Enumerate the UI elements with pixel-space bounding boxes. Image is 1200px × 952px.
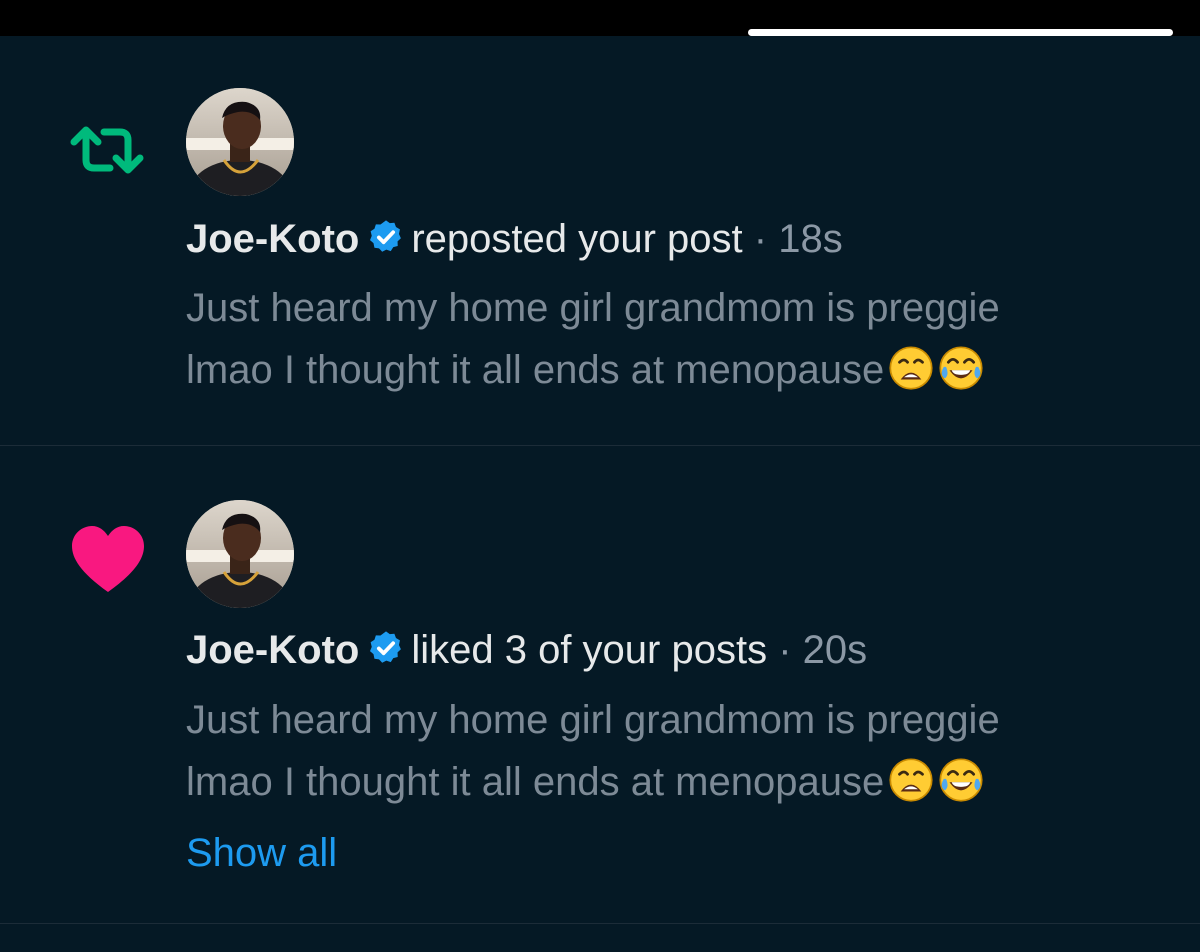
separator-dot: · bbox=[753, 217, 768, 261]
heart-icon bbox=[72, 526, 144, 592]
weary-face-emoji bbox=[889, 758, 933, 802]
notification-item[interactable]: Joe-Koto reposted your post · 18s Just he… bbox=[0, 36, 1200, 446]
post-preview[interactable]: Just heard my home girl grandmom is preg… bbox=[186, 689, 1176, 813]
notification-item[interactable]: Joe-Koto liked 3 of your posts · 20s Just… bbox=[0, 446, 1200, 924]
notification-action: liked 3 of your posts bbox=[411, 628, 768, 672]
post-line: Just heard my home girl grandmom is preg… bbox=[186, 286, 1000, 330]
separator-dot: · bbox=[778, 628, 792, 672]
post-line: lmao I thought it all ends at menopause bbox=[186, 760, 885, 804]
verified-badge-icon bbox=[370, 631, 402, 663]
show-all-link[interactable]: Show all bbox=[186, 828, 337, 878]
post-preview[interactable]: Just heard my home girl grandmom is preg… bbox=[186, 277, 1176, 401]
timestamp: 20s bbox=[802, 628, 868, 672]
scroll-indicator[interactable] bbox=[748, 29, 1173, 36]
tears-of-joy-emoji bbox=[939, 758, 983, 802]
notification-headline: Joe-Koto reposted your post · 18s bbox=[186, 214, 843, 264]
tears-of-joy-emoji bbox=[939, 346, 983, 390]
verified-badge-icon bbox=[370, 220, 402, 252]
post-line: Just heard my home girl grandmom is preg… bbox=[186, 698, 1000, 742]
avatar[interactable] bbox=[186, 500, 294, 608]
author-name[interactable]: Joe-Koto bbox=[186, 217, 359, 261]
author-name[interactable]: Joe-Koto bbox=[186, 628, 359, 672]
post-line-with-emoji: lmao I thought it all ends at menopause bbox=[186, 751, 1176, 813]
repost-icon bbox=[70, 126, 144, 174]
timestamp: 18s bbox=[778, 217, 843, 261]
notifications-feed: Joe-Koto reposted your post · 18s Just he… bbox=[0, 36, 1200, 952]
weary-face-emoji bbox=[889, 346, 933, 390]
notification-headline: Joe-Koto liked 3 of your posts · 20s bbox=[186, 625, 867, 675]
avatar[interactable] bbox=[186, 88, 294, 196]
post-line: lmao I thought it all ends at menopause bbox=[186, 348, 885, 392]
notification-action: reposted your post bbox=[411, 217, 743, 261]
status-bar bbox=[0, 0, 1200, 36]
post-line-with-emoji: lmao I thought it all ends at menopause bbox=[186, 339, 1176, 401]
